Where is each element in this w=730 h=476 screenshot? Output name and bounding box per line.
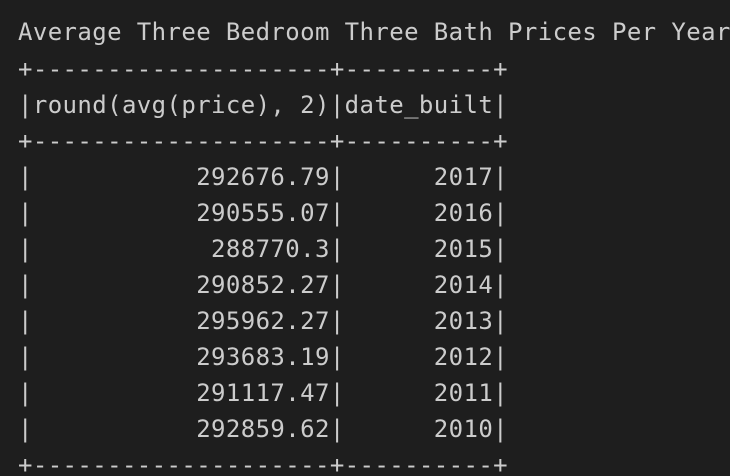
table-row: | 290555.07| 2016| <box>18 199 509 227</box>
table-border-bottom: +--------------------+----------+ <box>18 451 509 476</box>
table-row: | 295962.27| 2013| <box>18 307 509 335</box>
table-border-top: +--------------------+----------+ <box>18 55 509 83</box>
table-row: | 290852.27| 2014| <box>18 271 509 299</box>
table-row: | 292676.79| 2017| <box>18 163 509 191</box>
table-row: | 291117.47| 2011| <box>18 379 509 407</box>
terminal-output: Average Three Bedroom Three Bath Prices … <box>0 0 730 476</box>
table-header: |round(avg(price), 2)|date_built| <box>18 91 509 119</box>
table-border-header: +--------------------+----------+ <box>18 127 509 155</box>
table-row: | 288770.3| 2015| <box>18 235 509 263</box>
table-row: | 292859.62| 2010| <box>18 415 509 443</box>
table-row: | 293683.19| 2012| <box>18 343 509 371</box>
query-title: Average Three Bedroom Three Bath Prices … <box>18 18 730 46</box>
